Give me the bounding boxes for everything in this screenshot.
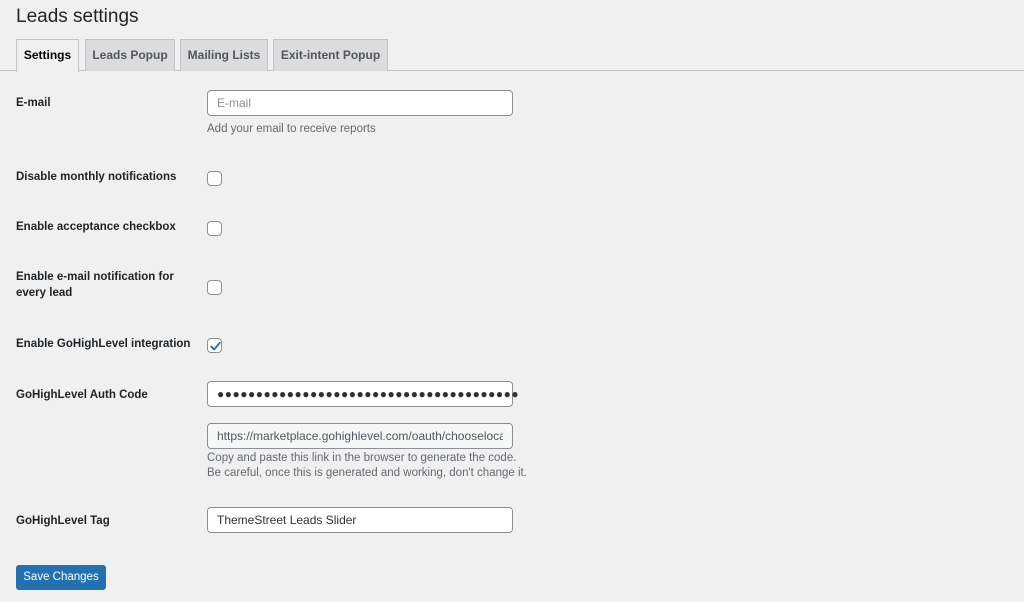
auth-code-description-line1: Copy and paste this link in the browser … — [207, 452, 517, 464]
page-title: Leads settings — [16, 6, 139, 27]
email-notification-label-line2: every lead — [16, 287, 73, 299]
save-changes-button[interactable]: Save Changes — [16, 565, 106, 590]
email-notification-label-line1: Enable e-mail notification for — [16, 271, 174, 283]
tab-mailing-lists[interactable]: Mailing Lists — [180, 39, 268, 71]
auth-code-input[interactable]: ●●●●●●●●●●●●●●●●●●●●●●●●●●●●●●●●●●●●●●● — [207, 381, 519, 407]
acceptance-checkbox[interactable] — [207, 221, 222, 236]
disable-monthly-notifications-label: Disable monthly notifications — [16, 171, 177, 183]
email-notification-label: Enable e-mail notification for every lea… — [16, 269, 196, 301]
email-input[interactable] — [207, 90, 513, 116]
auth-code-label: GoHighLevel Auth Code — [16, 389, 148, 401]
tag-label: GoHighLevel Tag — [16, 515, 110, 527]
checkmark-icon — [210, 341, 221, 351]
tab-settings[interactable]: Settings — [16, 39, 79, 72]
tag-input[interactable] — [207, 507, 513, 533]
email-description: Add your email to receive reports — [207, 123, 376, 135]
tab-leads-popup[interactable]: Leads Popup — [85, 39, 175, 71]
email-notification-checkbox[interactable] — [207, 280, 222, 295]
gohighlevel-integration-checkbox[interactable] — [207, 338, 222, 353]
disable-monthly-notifications-checkbox[interactable] — [207, 171, 222, 186]
tab-exit-intent-popup[interactable]: Exit-intent Popup — [273, 39, 388, 71]
auth-code-description: Copy and paste this link in the browser … — [207, 451, 527, 481]
auth-link-input[interactable] — [207, 423, 513, 449]
acceptance-checkbox-label: Enable acceptance checkbox — [16, 221, 176, 233]
auth-code-description-line2: Be careful, once this is generated and w… — [207, 467, 527, 479]
tab-bar: Settings Leads Popup Mailing Lists Exit-… — [0, 39, 1024, 72]
gohighlevel-integration-label: Enable GoHighLevel integration — [16, 338, 191, 350]
email-label: E-mail — [16, 97, 51, 109]
settings-page: Leads settings Settings Leads Popup Mail… — [0, 0, 1024, 602]
